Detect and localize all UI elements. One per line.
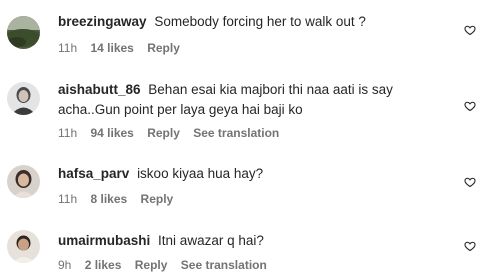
heart-icon[interactable]	[464, 176, 476, 188]
comment-meta: 11h 94 likes Reply See translation	[58, 126, 289, 140]
comment-username[interactable]: aishabutt_86	[58, 82, 141, 97]
reply-button[interactable]: Reply	[147, 41, 180, 55]
comment-item: hafsa_parv iskoo kiyaa hua hay? 11h 8 li…	[0, 152, 479, 216]
reply-button[interactable]: Reply	[147, 126, 180, 140]
comment-text-line: aishabutt_86 Behan esai kia majbori thi …	[58, 80, 438, 120]
heart-icon[interactable]	[464, 240, 476, 252]
heart-icon[interactable]	[464, 100, 476, 112]
comment-time: 11h	[58, 41, 78, 55]
comment-username[interactable]: umairmubashi	[58, 233, 150, 248]
see-translation-link[interactable]: See translation	[193, 126, 279, 140]
comment-username[interactable]: hafsa_parv	[58, 166, 129, 181]
avatar[interactable]	[7, 230, 40, 263]
comment-text: Somebody forcing her to walk out ?	[154, 14, 366, 29]
reply-button[interactable]: Reply	[141, 192, 174, 206]
likes-count[interactable]: 94 likes	[90, 126, 133, 140]
comment-username[interactable]: breezingaway	[58, 14, 147, 29]
comment-time: 9h	[58, 258, 72, 272]
comment-text: iskoo kiyaa hua hay?	[137, 166, 264, 181]
avatar[interactable]	[7, 82, 40, 115]
comment-meta: 9h 2 likes Reply See translation	[58, 258, 277, 272]
avatar[interactable]	[7, 16, 40, 49]
likes-count[interactable]: 2 likes	[85, 258, 122, 272]
heart-icon[interactable]	[464, 24, 476, 36]
comment-item: aishabutt_86 Behan esai kia majbori thi …	[0, 62, 479, 152]
comment-item: breezingaway Somebody forcing her to wal…	[0, 0, 479, 62]
comment-text-line: hafsa_parv iskoo kiyaa hua hay?	[58, 164, 438, 184]
reply-button[interactable]: Reply	[135, 258, 168, 272]
comment-text-line: breezingaway Somebody forcing her to wal…	[58, 12, 438, 32]
likes-count[interactable]: 14 likes	[90, 41, 133, 55]
comment-meta: 11h 14 likes Reply	[58, 41, 190, 55]
comment-time: 11h	[58, 192, 78, 206]
comment-text: Itni awazar q hai?	[158, 233, 264, 248]
comment-meta: 11h 8 likes Reply	[58, 192, 183, 206]
comment-text-line: umairmubashi Itni awazar q hai?	[58, 231, 438, 251]
likes-count[interactable]: 8 likes	[90, 192, 127, 206]
comment-time: 11h	[58, 126, 78, 140]
avatar[interactable]	[7, 165, 40, 198]
see-translation-link[interactable]: See translation	[181, 258, 267, 272]
comment-item: umairmubashi Itni awazar q hai? 9h 2 lik…	[0, 216, 479, 272]
